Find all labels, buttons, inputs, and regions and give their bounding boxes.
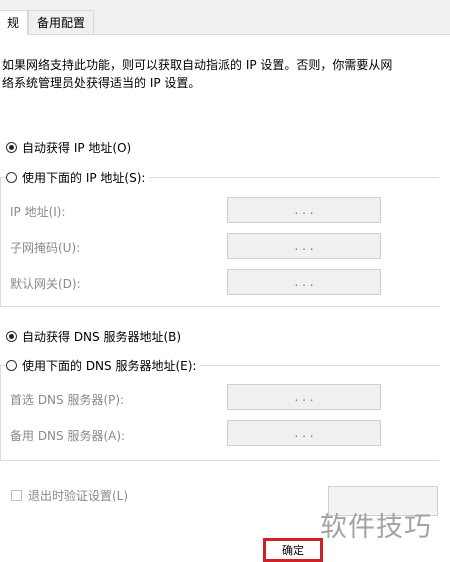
alternate-dns-input[interactable]: . . . bbox=[227, 420, 381, 446]
description-line-2: 络系统管理员处获得适当的 IP 设置。 bbox=[2, 76, 201, 90]
auto-dns-label: 自动获得 DNS 服务器地址(B) bbox=[22, 329, 182, 344]
auto-ip-radio[interactable] bbox=[6, 141, 17, 153]
ip-address-label: IP 地址(I): bbox=[10, 205, 66, 219]
subnet-mask-input[interactable]: . . . bbox=[227, 233, 381, 259]
manual-ip-radio[interactable] bbox=[6, 171, 17, 183]
manual-dns-option[interactable]: 使用下面的 DNS 服务器地址(E): bbox=[6, 356, 201, 374]
validate-settings-checkbox[interactable] bbox=[11, 489, 22, 501]
manual-ip-label: 使用下面的 IP 地址(S): bbox=[22, 170, 146, 185]
alternate-dns-label: 备用 DNS 服务器(A): bbox=[10, 429, 126, 443]
auto-ip-label: 自动获得 IP 地址(O) bbox=[22, 140, 132, 155]
description-line-1: 如果网络支持此功能，则可以获取自动指派的 IP 设置。否则，你需要从网 bbox=[2, 58, 393, 72]
preferred-dns-label: 首选 DNS 服务器(P): bbox=[10, 393, 125, 407]
ok-button[interactable]: 确定 bbox=[263, 538, 323, 562]
auto-dns-radio[interactable] bbox=[6, 330, 17, 342]
auto-ip-option[interactable]: 自动获得 IP 地址(O) bbox=[6, 138, 131, 156]
default-gateway-label: 默认网关(D): bbox=[10, 277, 81, 291]
manual-dns-label: 使用下面的 DNS 服务器地址(E): bbox=[22, 358, 197, 373]
manual-dns-radio[interactable] bbox=[6, 359, 17, 371]
description-text: 如果网络支持此功能，则可以获取自动指派的 IP 设置。否则，你需要从网 络系统管… bbox=[2, 56, 442, 92]
validate-settings-option[interactable]: 退出时验证设置(L) bbox=[11, 486, 128, 504]
validate-settings-label: 退出时验证设置(L) bbox=[28, 488, 129, 503]
auto-dns-option[interactable]: 自动获得 DNS 服务器地址(B) bbox=[6, 327, 181, 345]
preferred-dns-input[interactable]: . . . bbox=[227, 384, 381, 410]
subnet-mask-label: 子网掩码(U): bbox=[10, 241, 81, 255]
ip-address-input[interactable]: . . . bbox=[227, 197, 381, 223]
tab-alternate-configuration[interactable]: 备用配置 bbox=[28, 10, 94, 34]
watermark-text: 软件技巧 bbox=[320, 512, 432, 543]
tab-strip: 规 备用配置 bbox=[0, 0, 450, 35]
manual-ip-option[interactable]: 使用下面的 IP 地址(S): bbox=[6, 168, 150, 186]
tab-general[interactable]: 规 bbox=[0, 10, 28, 35]
manual-dns-group bbox=[0, 365, 439, 461]
default-gateway-input[interactable]: . . . bbox=[227, 269, 381, 295]
